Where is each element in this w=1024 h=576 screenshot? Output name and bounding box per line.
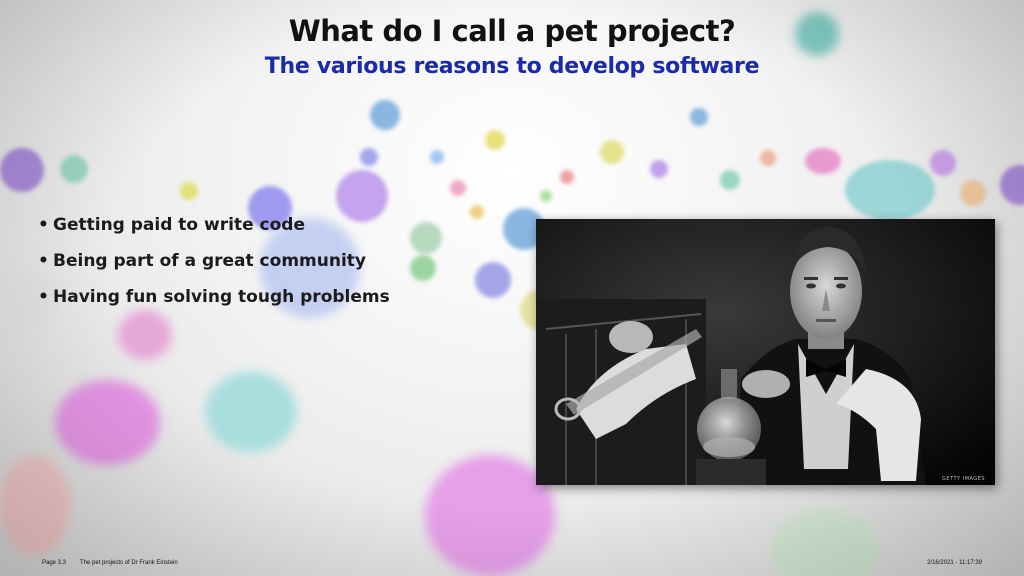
bullet-item: Getting paid to write code: [38, 213, 390, 249]
footer-page-number: Page 3.3: [42, 560, 67, 566]
bullet-item: Having fun solving tough problems: [38, 285, 390, 321]
footer-datetime: 2/16/2021 - 11:17:39: [927, 560, 982, 566]
slide-subtitle: The various reasons to develop software: [264, 54, 760, 79]
bullet-list: Getting paid to write code Being part of…: [38, 213, 390, 321]
footer-deck-name: The pet projects of Dr Frank Einstein: [80, 560, 178, 566]
scientist-photo: GETTY IMAGES: [536, 219, 995, 485]
image-watermark: GETTY IMAGES: [941, 476, 985, 482]
bullet-item: Being part of a great community: [38, 249, 390, 285]
slide-title: What do I call a pet project?: [288, 14, 736, 48]
